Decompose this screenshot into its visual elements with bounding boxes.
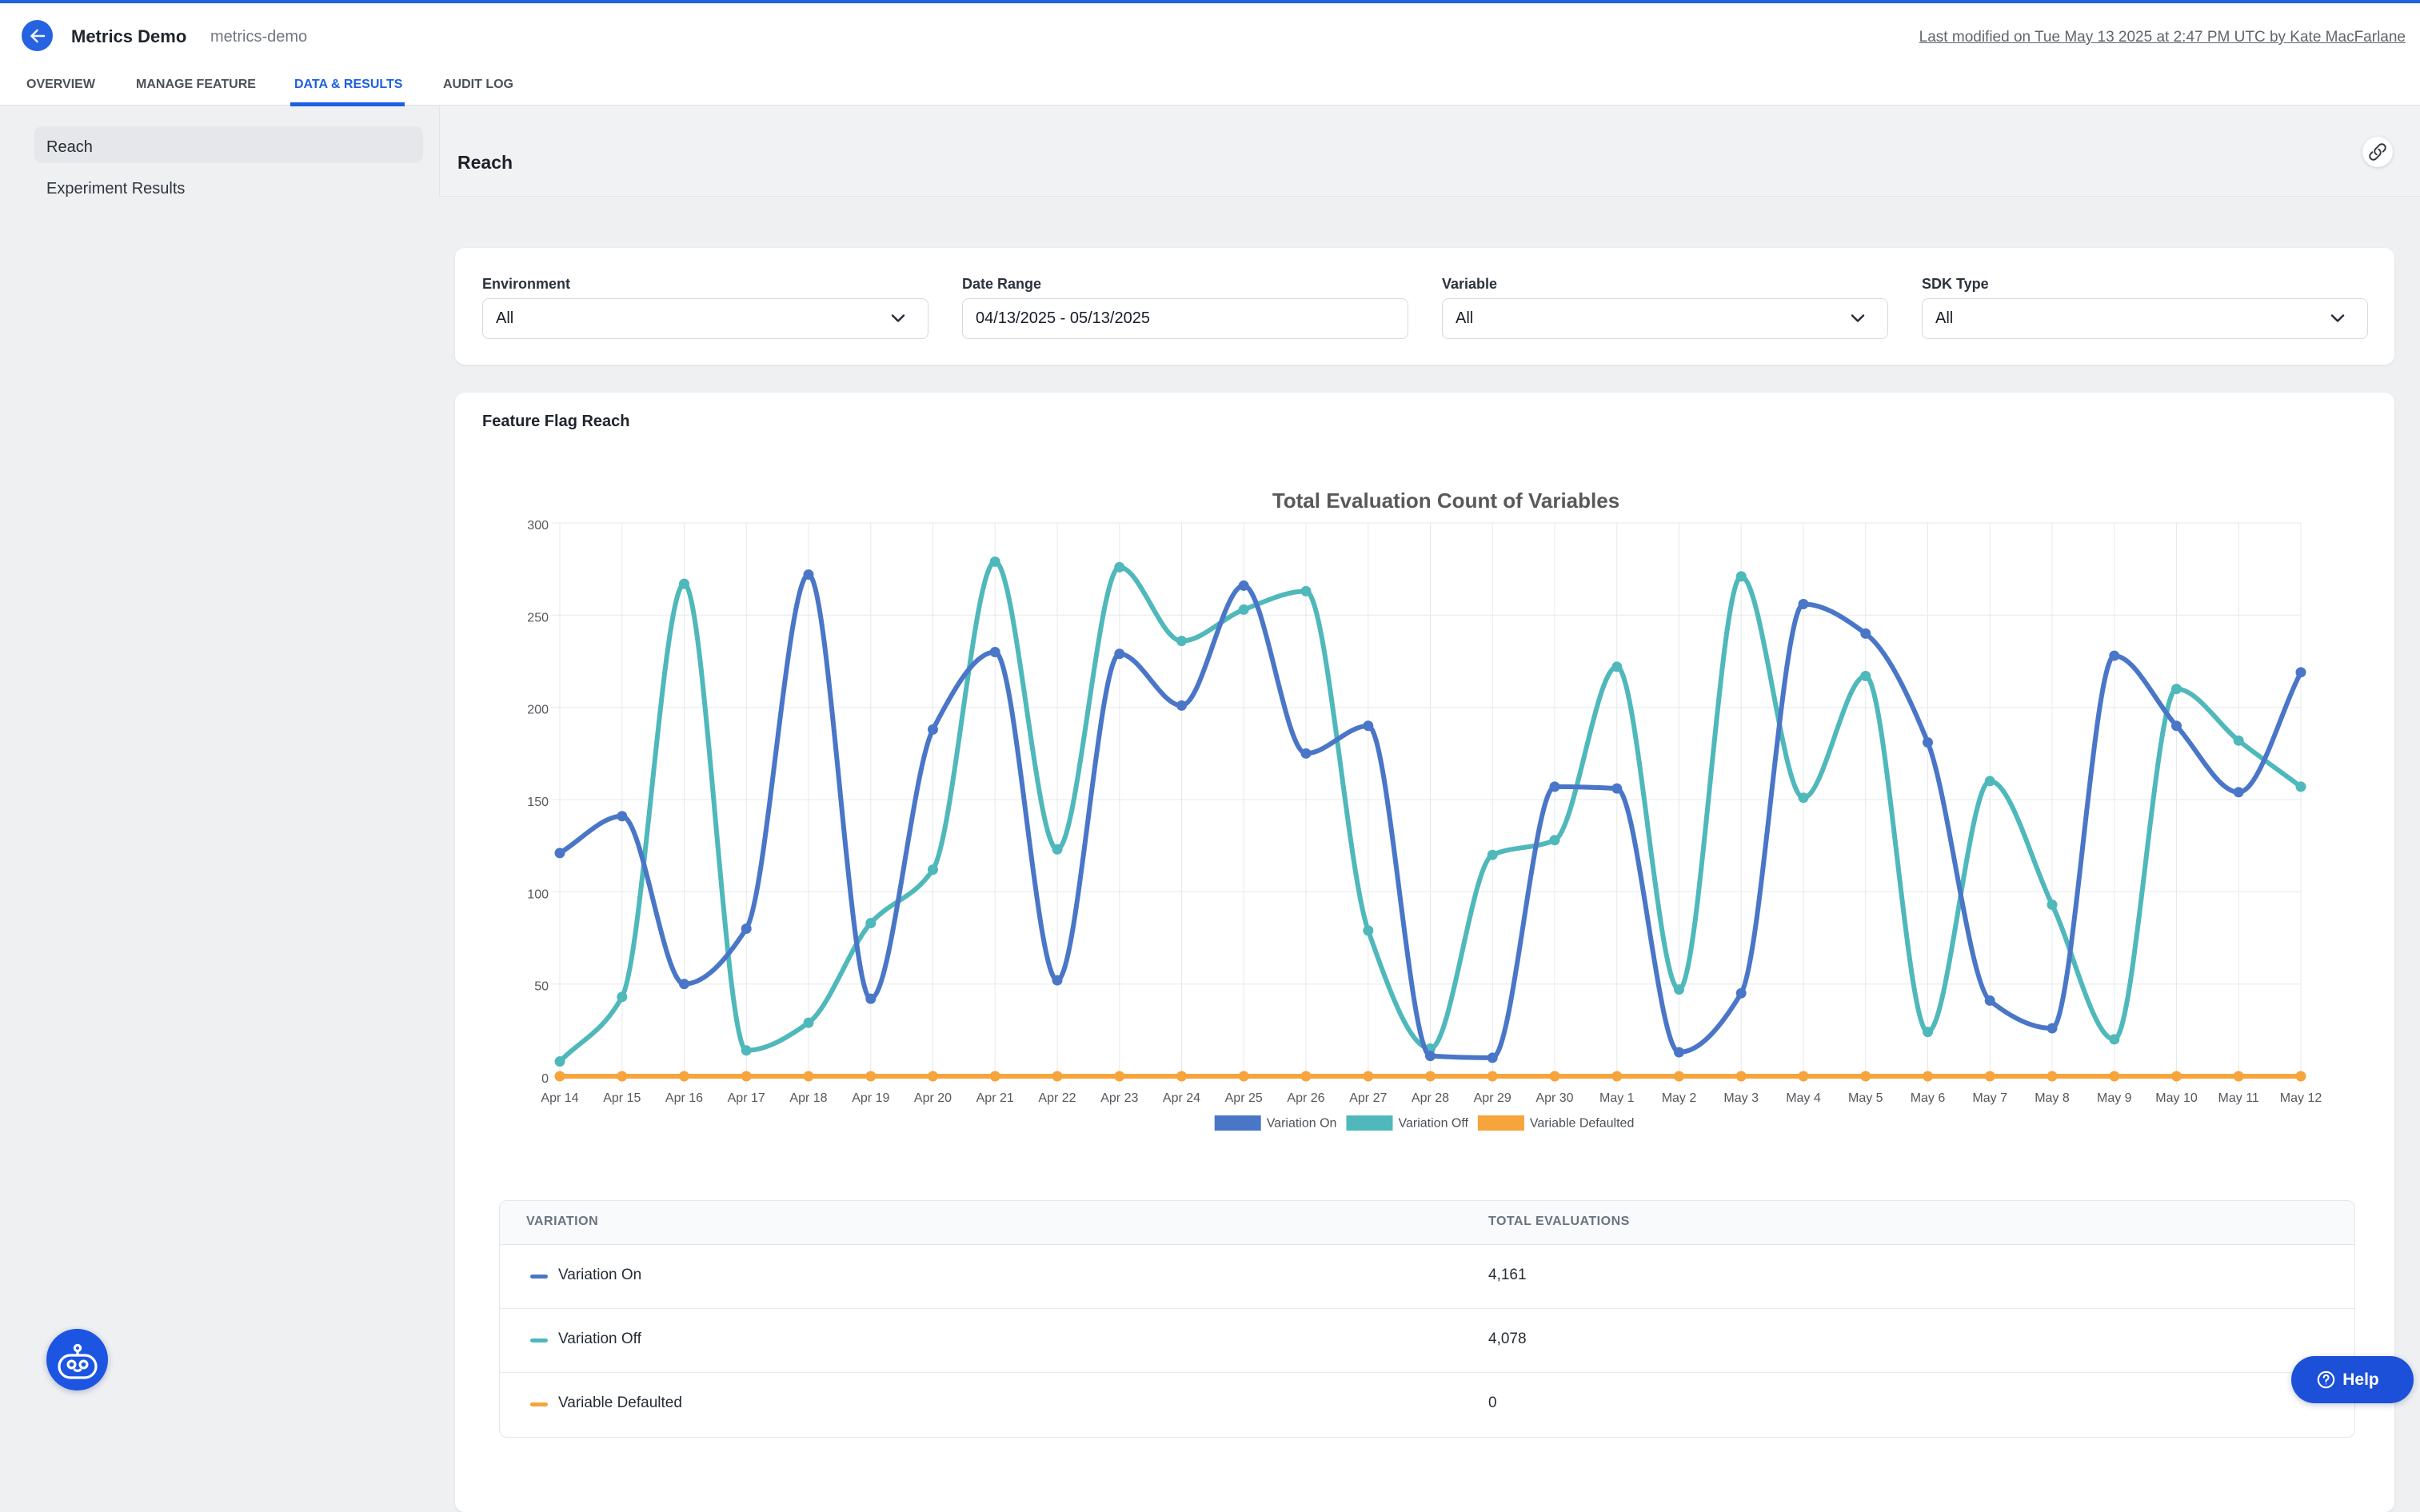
svg-text:Apr 19: Apr 19 [852, 1091, 889, 1105]
svg-text:Apr 14: Apr 14 [541, 1091, 578, 1105]
svg-text:May 12: May 12 [2280, 1091, 2322, 1105]
svg-text:May 11: May 11 [2218, 1091, 2259, 1105]
svg-text:200: 200 [527, 704, 549, 717]
svg-text:Total Evaluation Count of Vari: Total Evaluation Count of Variables [1272, 489, 1619, 513]
svg-text:Apr 18: Apr 18 [789, 1091, 827, 1105]
svg-text:Apr 25: Apr 25 [1225, 1091, 1263, 1105]
svg-text:May 7: May 7 [1972, 1091, 2007, 1105]
svg-text:Variation Off: Variation Off [1399, 1117, 1469, 1131]
svg-text:May 9: May 9 [2097, 1091, 2132, 1105]
svg-text:Variation On: Variation On [1267, 1117, 1337, 1131]
svg-text:Apr 16: Apr 16 [665, 1091, 703, 1105]
svg-text:Apr 22: Apr 22 [1038, 1091, 1076, 1105]
svg-text:Apr 29: Apr 29 [1474, 1091, 1512, 1105]
svg-text:250: 250 [527, 611, 549, 624]
svg-text:Apr 21: Apr 21 [976, 1091, 1014, 1105]
svg-text:May 3: May 3 [1723, 1091, 1759, 1105]
svg-text:300: 300 [527, 519, 549, 533]
svg-text:100: 100 [527, 888, 549, 901]
svg-text:May 1: May 1 [1599, 1091, 1635, 1105]
svg-text:150: 150 [527, 796, 549, 809]
svg-text:May 6: May 6 [1911, 1091, 1946, 1105]
svg-text:Apr 17: Apr 17 [728, 1091, 765, 1105]
svg-text:May 2: May 2 [1662, 1091, 1697, 1105]
svg-text:Apr 26: Apr 26 [1287, 1091, 1324, 1105]
svg-text:May 4: May 4 [1786, 1091, 1821, 1105]
svg-text:Apr 24: Apr 24 [1163, 1091, 1200, 1105]
svg-text:May 5: May 5 [1848, 1091, 1883, 1105]
svg-text:0: 0 [541, 1072, 549, 1086]
svg-text:Variable Defaulted: Variable Defaulted [1530, 1117, 1634, 1131]
svg-text:Apr 15: Apr 15 [603, 1091, 641, 1105]
svg-text:Apr 27: Apr 27 [1349, 1091, 1387, 1105]
svg-text:Apr 23: Apr 23 [1100, 1091, 1138, 1105]
svg-text:May 10: May 10 [2155, 1091, 2198, 1105]
svg-text:Apr 28: Apr 28 [1412, 1091, 1449, 1105]
svg-text:May 8: May 8 [2035, 1091, 2070, 1105]
svg-text:Apr 20: Apr 20 [914, 1091, 952, 1105]
svg-text:50: 50 [534, 980, 549, 994]
svg-text:Apr 30: Apr 30 [1535, 1091, 1573, 1105]
